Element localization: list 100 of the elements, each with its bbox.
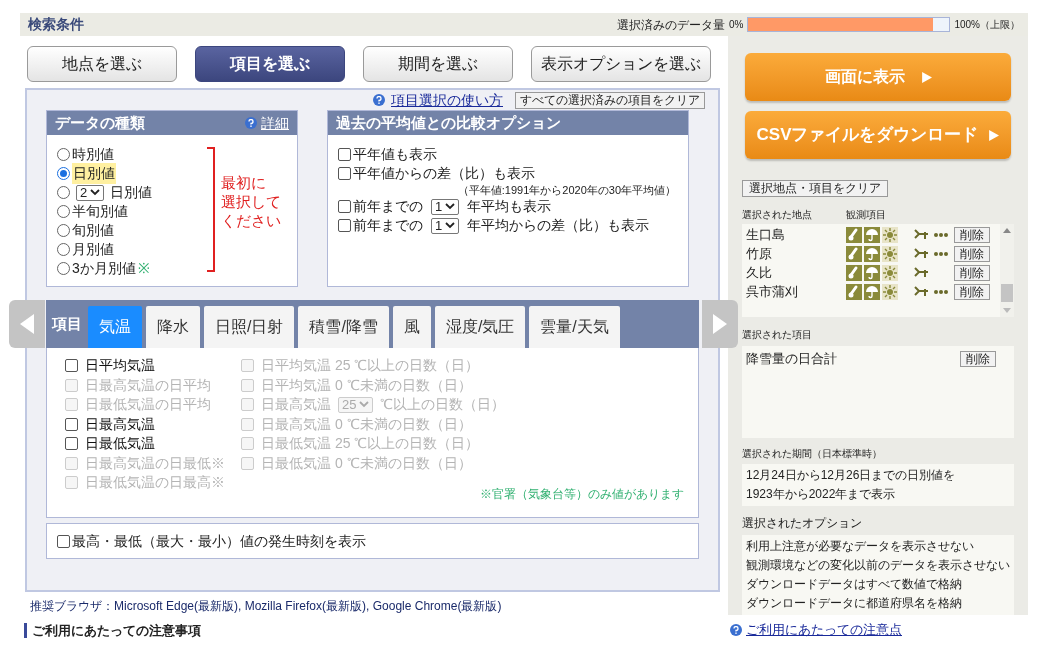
option-label: 半旬別値 xyxy=(72,202,128,221)
option-label: 3か月別値 xyxy=(72,259,136,278)
item-label: 日最高気温 0 ℃未満の日数（日） xyxy=(261,414,472,434)
clear-all-button[interactable]: すべての選択済みの項目をクリア xyxy=(515,91,705,109)
sun-icon xyxy=(882,245,898,262)
option-label: 前年までの xyxy=(353,216,423,235)
delete-button[interactable]: 削除 xyxy=(954,264,990,281)
thermometer-icon xyxy=(846,283,862,300)
item-label: 日最低気温の日平均 xyxy=(85,395,211,415)
list-label: 選択された項目 xyxy=(742,327,813,342)
select-field[interactable]: 1 xyxy=(431,217,460,234)
radio-button[interactable] xyxy=(57,243,70,256)
station-name: 久比 xyxy=(746,263,773,282)
detail-link[interactable]: 詳細 xyxy=(261,112,289,134)
option-text: 観測環境などの変化以前のデータを表示させない xyxy=(746,557,1011,574)
option-label: 日別値 xyxy=(110,183,153,202)
checkbox[interactable] xyxy=(65,417,78,431)
delete-button[interactable]: 削除 xyxy=(954,283,990,300)
left-triangle-icon xyxy=(18,313,36,335)
caret-icon xyxy=(445,222,456,229)
sun-icon xyxy=(882,226,898,243)
option-label: 月別値 xyxy=(72,240,114,259)
category-tab[interactable]: 降水 xyxy=(146,306,200,348)
station-name: 竹原 xyxy=(746,244,773,263)
category-tab[interactable]: 日照/日射 xyxy=(204,306,295,348)
item-label: 日平均気温 0 ℃未満の日数（日） xyxy=(261,375,472,395)
footnote: ※官署（気象台等）のみ値があります xyxy=(480,486,684,503)
item-label: 日最低気温の日最高※ xyxy=(85,473,225,493)
item-label: ℃以上の日数（日） xyxy=(380,395,506,415)
nav-tab[interactable]: 項目を選ぶ xyxy=(195,46,345,82)
browser-note: 推奨ブラウザ：Microsoft Edge(最新版), Mozilla Firefox(最新版), Google Chrome(最新版) xyxy=(29,598,503,615)
notes-heading: ご利用にあたっての注意事項 xyxy=(32,622,201,640)
nav-tab[interactable]: 地点を選ぶ xyxy=(27,46,177,82)
item-label: 日最高気温 xyxy=(261,395,331,415)
item-label: 日最低気温 0 ℃未満の日数（日） xyxy=(261,453,472,473)
umbrella-icon xyxy=(864,264,880,281)
thermometer-icon xyxy=(846,245,862,262)
right-triangle-icon xyxy=(711,313,729,335)
checkbox[interactable] xyxy=(65,437,78,451)
station-name: 生口島 xyxy=(746,225,786,244)
help-link[interactable]: 項目選択の使い方 xyxy=(391,89,503,111)
radio-button[interactable] xyxy=(57,262,70,275)
heading-marker xyxy=(24,623,27,639)
checkbox[interactable] xyxy=(338,219,351,232)
scroll-up-icon xyxy=(1003,228,1011,234)
category-tab[interactable]: 積雪/降雪 xyxy=(298,306,389,348)
quota-label: 選択済みのデータ量 xyxy=(616,16,725,34)
radio-button[interactable] xyxy=(57,148,70,161)
box-title: 過去の平均値との比較オプション xyxy=(336,112,561,133)
option-label: 平年値も表示 xyxy=(353,145,437,164)
option-text: 利用上注意が必要なデータを表示させない xyxy=(746,538,975,555)
hint-text: 最初に xyxy=(221,173,267,192)
option-label: 時別値 xyxy=(72,145,114,164)
sun-icon xyxy=(882,264,898,281)
item-name: 降雪量の日合計 xyxy=(746,350,838,369)
nav-tab[interactable]: 期間を選ぶ xyxy=(363,46,513,82)
option-label: 前年までの xyxy=(353,197,423,216)
delete-button[interactable]: 削除 xyxy=(960,351,996,367)
nav-tab[interactable]: 表示オプションを選ぶ xyxy=(531,46,711,82)
radio-button[interactable] xyxy=(57,167,70,180)
help-icon xyxy=(245,117,257,129)
radio-button[interactable] xyxy=(57,205,70,218)
caret-icon xyxy=(90,189,101,196)
delete-button[interactable]: 削除 xyxy=(954,245,990,262)
clear-selection-button[interactable]: 選択地点・項目をクリア xyxy=(742,180,888,198)
list-label: 選択された地点 xyxy=(742,208,812,223)
box-title: データの種類 xyxy=(55,112,145,133)
radio-button[interactable] xyxy=(57,224,70,237)
checkbox[interactable] xyxy=(338,167,351,180)
delete-button[interactable]: 削除 xyxy=(954,226,990,243)
item-label: 日最低気温 25 ℃以上の日数（日） xyxy=(261,434,480,454)
quota-max: 100%（上限） xyxy=(954,18,1020,32)
option-label: 平年値からの差（比）も表示 xyxy=(353,164,535,183)
scrollbar-thumb xyxy=(1001,284,1013,303)
option-label: 年平均も表示 xyxy=(467,197,552,216)
select-field[interactable]: 2 xyxy=(76,184,105,201)
option-text: ダウンロードデータに都道府県名を格納 xyxy=(746,595,963,612)
notes-link[interactable]: ご利用にあたっての注意点 xyxy=(746,620,902,640)
help-icon xyxy=(373,94,385,106)
list-label: 選択された期間（日本標準時） xyxy=(742,447,883,461)
sun-icon xyxy=(882,283,898,300)
radio-button[interactable] xyxy=(57,186,70,199)
category-tab[interactable]: 風 xyxy=(392,306,431,348)
option-label: 年平均からの差（比）も表示 xyxy=(467,216,650,235)
checkbox[interactable] xyxy=(338,200,351,213)
select-field[interactable]: 1 xyxy=(431,198,460,215)
period-text: 12月24日から12月26日までの日別値を xyxy=(746,467,957,484)
option-label: 日別値 xyxy=(72,163,116,184)
quota-min: 0% xyxy=(728,18,744,32)
period-text: 1923年から2022年まで表示 xyxy=(746,486,897,503)
checkbox[interactable] xyxy=(338,148,351,161)
category-tab[interactable]: 湿度/気圧 xyxy=(434,306,526,348)
checkbox[interactable] xyxy=(65,359,78,373)
category-tab[interactable]: 雲量/天気 xyxy=(529,306,620,348)
checkbox[interactable] xyxy=(57,534,70,548)
option-text: ダウンロードデータはすべて数値で格納 xyxy=(746,576,963,593)
item-label: 日平均気温 25 ℃以上の日数（日） xyxy=(261,356,480,376)
caret-icon xyxy=(359,401,370,409)
item-label: 日最高気温 xyxy=(85,414,155,434)
item-label: 日平均気温 xyxy=(85,356,155,376)
